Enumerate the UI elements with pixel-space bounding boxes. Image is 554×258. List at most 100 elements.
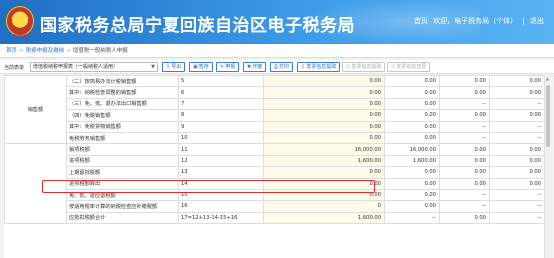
current-general-cell[interactable]: 1,600.00 bbox=[263, 154, 385, 168]
item-name-cell: 按适用税率计算的纳税检查应补缴税额 bbox=[66, 200, 179, 213]
invoice-extract-disabled-label: 发票信息提取 bbox=[351, 64, 382, 70]
current-general-cell[interactable]: 0.00 bbox=[263, 86, 385, 99]
current-general-cell[interactable]: 1,600.00 bbox=[263, 211, 385, 225]
undo-icon: ↺ bbox=[391, 64, 396, 70]
current-refund-cell: -- bbox=[439, 200, 490, 213]
ytd-refund-cell: 0.00 bbox=[489, 86, 544, 99]
line-number-cell: 5 bbox=[178, 75, 264, 88]
logout-link[interactable]: 退出 bbox=[530, 17, 544, 25]
current-general-cell[interactable]: 16,000.00 bbox=[263, 143, 385, 156]
ytd-refund-cell: -- bbox=[489, 131, 544, 145]
current-refund-cell: 0.00 bbox=[439, 211, 490, 225]
line-number-cell: 12 bbox=[178, 154, 264, 168]
table-row: 上期留抵税额 13 0.00 0.00 0.00 0.00 bbox=[5, 166, 544, 179]
report-select-value: 增值税纳税申报表（一般纳税人适用） bbox=[33, 64, 119, 70]
current-refund-cell: 0.00 bbox=[439, 75, 490, 88]
submit-button[interactable]: ✎申报 bbox=[216, 62, 240, 72]
invoice-extract-disabled-button[interactable]: ↻发票信息提取 bbox=[342, 62, 386, 72]
ytd-general-cell: 0.00 bbox=[384, 109, 440, 122]
current-general-cell[interactable]: 0.00 bbox=[263, 131, 385, 145]
report-select[interactable]: 增值税纳税申报表（一般纳税人适用） ▼ bbox=[30, 62, 158, 72]
table-row: 销项税额 11 16,000.00 16,000.00 0.00 0.00 bbox=[4, 143, 544, 225]
print-label: 打印 bbox=[279, 64, 290, 70]
void-button[interactable]: ✖作废 bbox=[243, 62, 267, 72]
report-label: 当前表单 bbox=[4, 65, 25, 71]
breadcrumb-sep: > bbox=[66, 48, 71, 54]
line-number-cell: 9 bbox=[178, 120, 264, 133]
void-icon: ✖ bbox=[247, 64, 252, 70]
scroll-up-icon[interactable]: ▲ bbox=[546, 76, 549, 81]
ytd-general-cell: 0.00 bbox=[384, 200, 440, 213]
line-number-cell: 6 bbox=[178, 86, 264, 99]
tax-logo-icon: 中国税务 bbox=[6, 6, 34, 38]
current-general-cell[interactable]: 0.00 bbox=[263, 75, 385, 88]
current-general-cell[interactable]: 0.00 bbox=[263, 97, 385, 111]
current-refund-cell: 0.00 bbox=[439, 154, 490, 168]
item-name-cell: 进项税额 bbox=[66, 154, 179, 168]
table-row: 应抵扣税额合计 17=12+13-14-15+16 1,600.00 -- 0.00 -- bbox=[5, 211, 544, 225]
line-number-cell: 11 bbox=[178, 143, 264, 156]
breadcrumb: 首页 > 税费申报及缴纳 > 增值税一般纳税人申报 bbox=[0, 44, 554, 58]
current-refund-cell: -- bbox=[439, 188, 490, 202]
toolbar: 当前表单 增值税纳税申报表（一般纳税人适用） ▼ ⇪导出 ▣暂存 ✎申报 ✖作废… bbox=[0, 60, 554, 74]
save-draft-label: 暂存 bbox=[198, 64, 209, 70]
ytd-refund-cell: 0.00 bbox=[489, 143, 544, 156]
current-refund-cell: -- bbox=[439, 131, 490, 145]
item-name-cell: （二）按简易办法计税销售额 bbox=[66, 75, 179, 88]
refresh-icon: ↻ bbox=[346, 64, 351, 70]
invoice-extract-button[interactable]: ⇩发票信息提取 bbox=[297, 62, 341, 72]
logo-text: 中国税务 bbox=[13, 33, 29, 38]
current-refund-cell: 0.00 bbox=[439, 177, 490, 190]
current-general-cell[interactable]: 0 bbox=[263, 200, 385, 213]
ytd-general-cell: 16,000.00 bbox=[384, 143, 440, 156]
ytd-general-cell: 0.00 bbox=[384, 188, 440, 202]
current-refund-cell: -- bbox=[439, 97, 490, 111]
table-row: 其中：纳税检查调整的销售额 6 0.00 0.00 0.00 0.00 bbox=[5, 86, 544, 99]
download-icon: ⇩ bbox=[301, 64, 306, 70]
ytd-refund-cell: -- bbox=[489, 200, 544, 213]
ytd-refund-cell: -- bbox=[489, 188, 544, 202]
print-button[interactable]: ⎙打印 bbox=[270, 62, 294, 72]
save-draft-button[interactable]: ▣暂存 bbox=[189, 62, 213, 72]
breadcrumb-tax-filing[interactable]: 税费申报及缴纳 bbox=[26, 48, 65, 54]
table-row: 免税劳务销售额 10 0.00 0.00 -- -- bbox=[5, 131, 544, 145]
link-separator: | bbox=[522, 17, 525, 25]
ytd-refund-cell: 0.00 bbox=[489, 109, 544, 122]
item-name-cell: （三）免、抵、退办法出口销售额 bbox=[66, 97, 179, 111]
line-number-cell: 17=12+13-14-15+16 bbox=[178, 211, 264, 225]
scroll-thumb[interactable] bbox=[546, 85, 550, 147]
item-name-cell: 上期留抵税额 bbox=[66, 166, 179, 179]
export-label: 导出 bbox=[171, 64, 182, 70]
current-general-cell[interactable]: 0.00 bbox=[263, 109, 385, 122]
item-name-cell: 应抵扣税额合计 bbox=[66, 211, 179, 225]
ytd-general-cell: 0.00 bbox=[384, 120, 440, 133]
home-link[interactable]: 首页 bbox=[414, 17, 428, 25]
export-icon: ⇪ bbox=[166, 64, 171, 70]
current-refund-cell: 0.00 bbox=[439, 109, 490, 122]
ytd-refund-cell: 0.00 bbox=[489, 75, 544, 88]
export-button[interactable]: ⇪导出 bbox=[162, 62, 186, 72]
welcome-user[interactable]: 欢迎，电子税务局（个体） bbox=[433, 17, 517, 25]
save-icon: ▣ bbox=[193, 64, 198, 70]
ytd-refund-cell: 0.00 bbox=[489, 166, 544, 179]
ytd-refund-cell: 0.00 bbox=[489, 177, 544, 190]
scrollbar[interactable]: ▲ bbox=[544, 75, 550, 258]
item-name-cell: 免税劳务销售额 bbox=[66, 131, 179, 145]
table-row: 其中：免税货物销售额 9 0.00 0.00 -- -- bbox=[5, 120, 544, 133]
line-number-cell: 8 bbox=[178, 109, 264, 122]
item-name-cell: 销项税额 bbox=[66, 143, 179, 156]
current-general-cell[interactable]: 0.00 bbox=[263, 166, 385, 179]
invoice-restore-button[interactable]: ↺发票信息还原 bbox=[387, 62, 431, 72]
submit-icon: ✎ bbox=[220, 64, 225, 70]
table-row: 按适用税率计算的纳税检查应补缴税额 16 0 0.00 -- -- bbox=[5, 200, 544, 213]
line-number-cell: 16 bbox=[178, 200, 264, 213]
ytd-refund-cell: -- bbox=[489, 120, 544, 133]
line-number-cell: 10 bbox=[178, 131, 264, 145]
current-general-cell[interactable]: 0.00 bbox=[263, 120, 385, 133]
ytd-general-cell: 0.00 bbox=[384, 166, 440, 179]
table-row: （三）免、抵、退办法出口销售额 7 0.00 0.00 -- -- bbox=[5, 97, 544, 111]
invoice-extract-label: 发票信息提取 bbox=[306, 64, 337, 70]
table-row: 进项税额 12 1,600.00 1,600.00 0.00 0.00 bbox=[5, 154, 544, 168]
invoice-restore-label: 发票信息还原 bbox=[396, 64, 427, 70]
breadcrumb-home[interactable]: 首页 bbox=[6, 48, 17, 54]
